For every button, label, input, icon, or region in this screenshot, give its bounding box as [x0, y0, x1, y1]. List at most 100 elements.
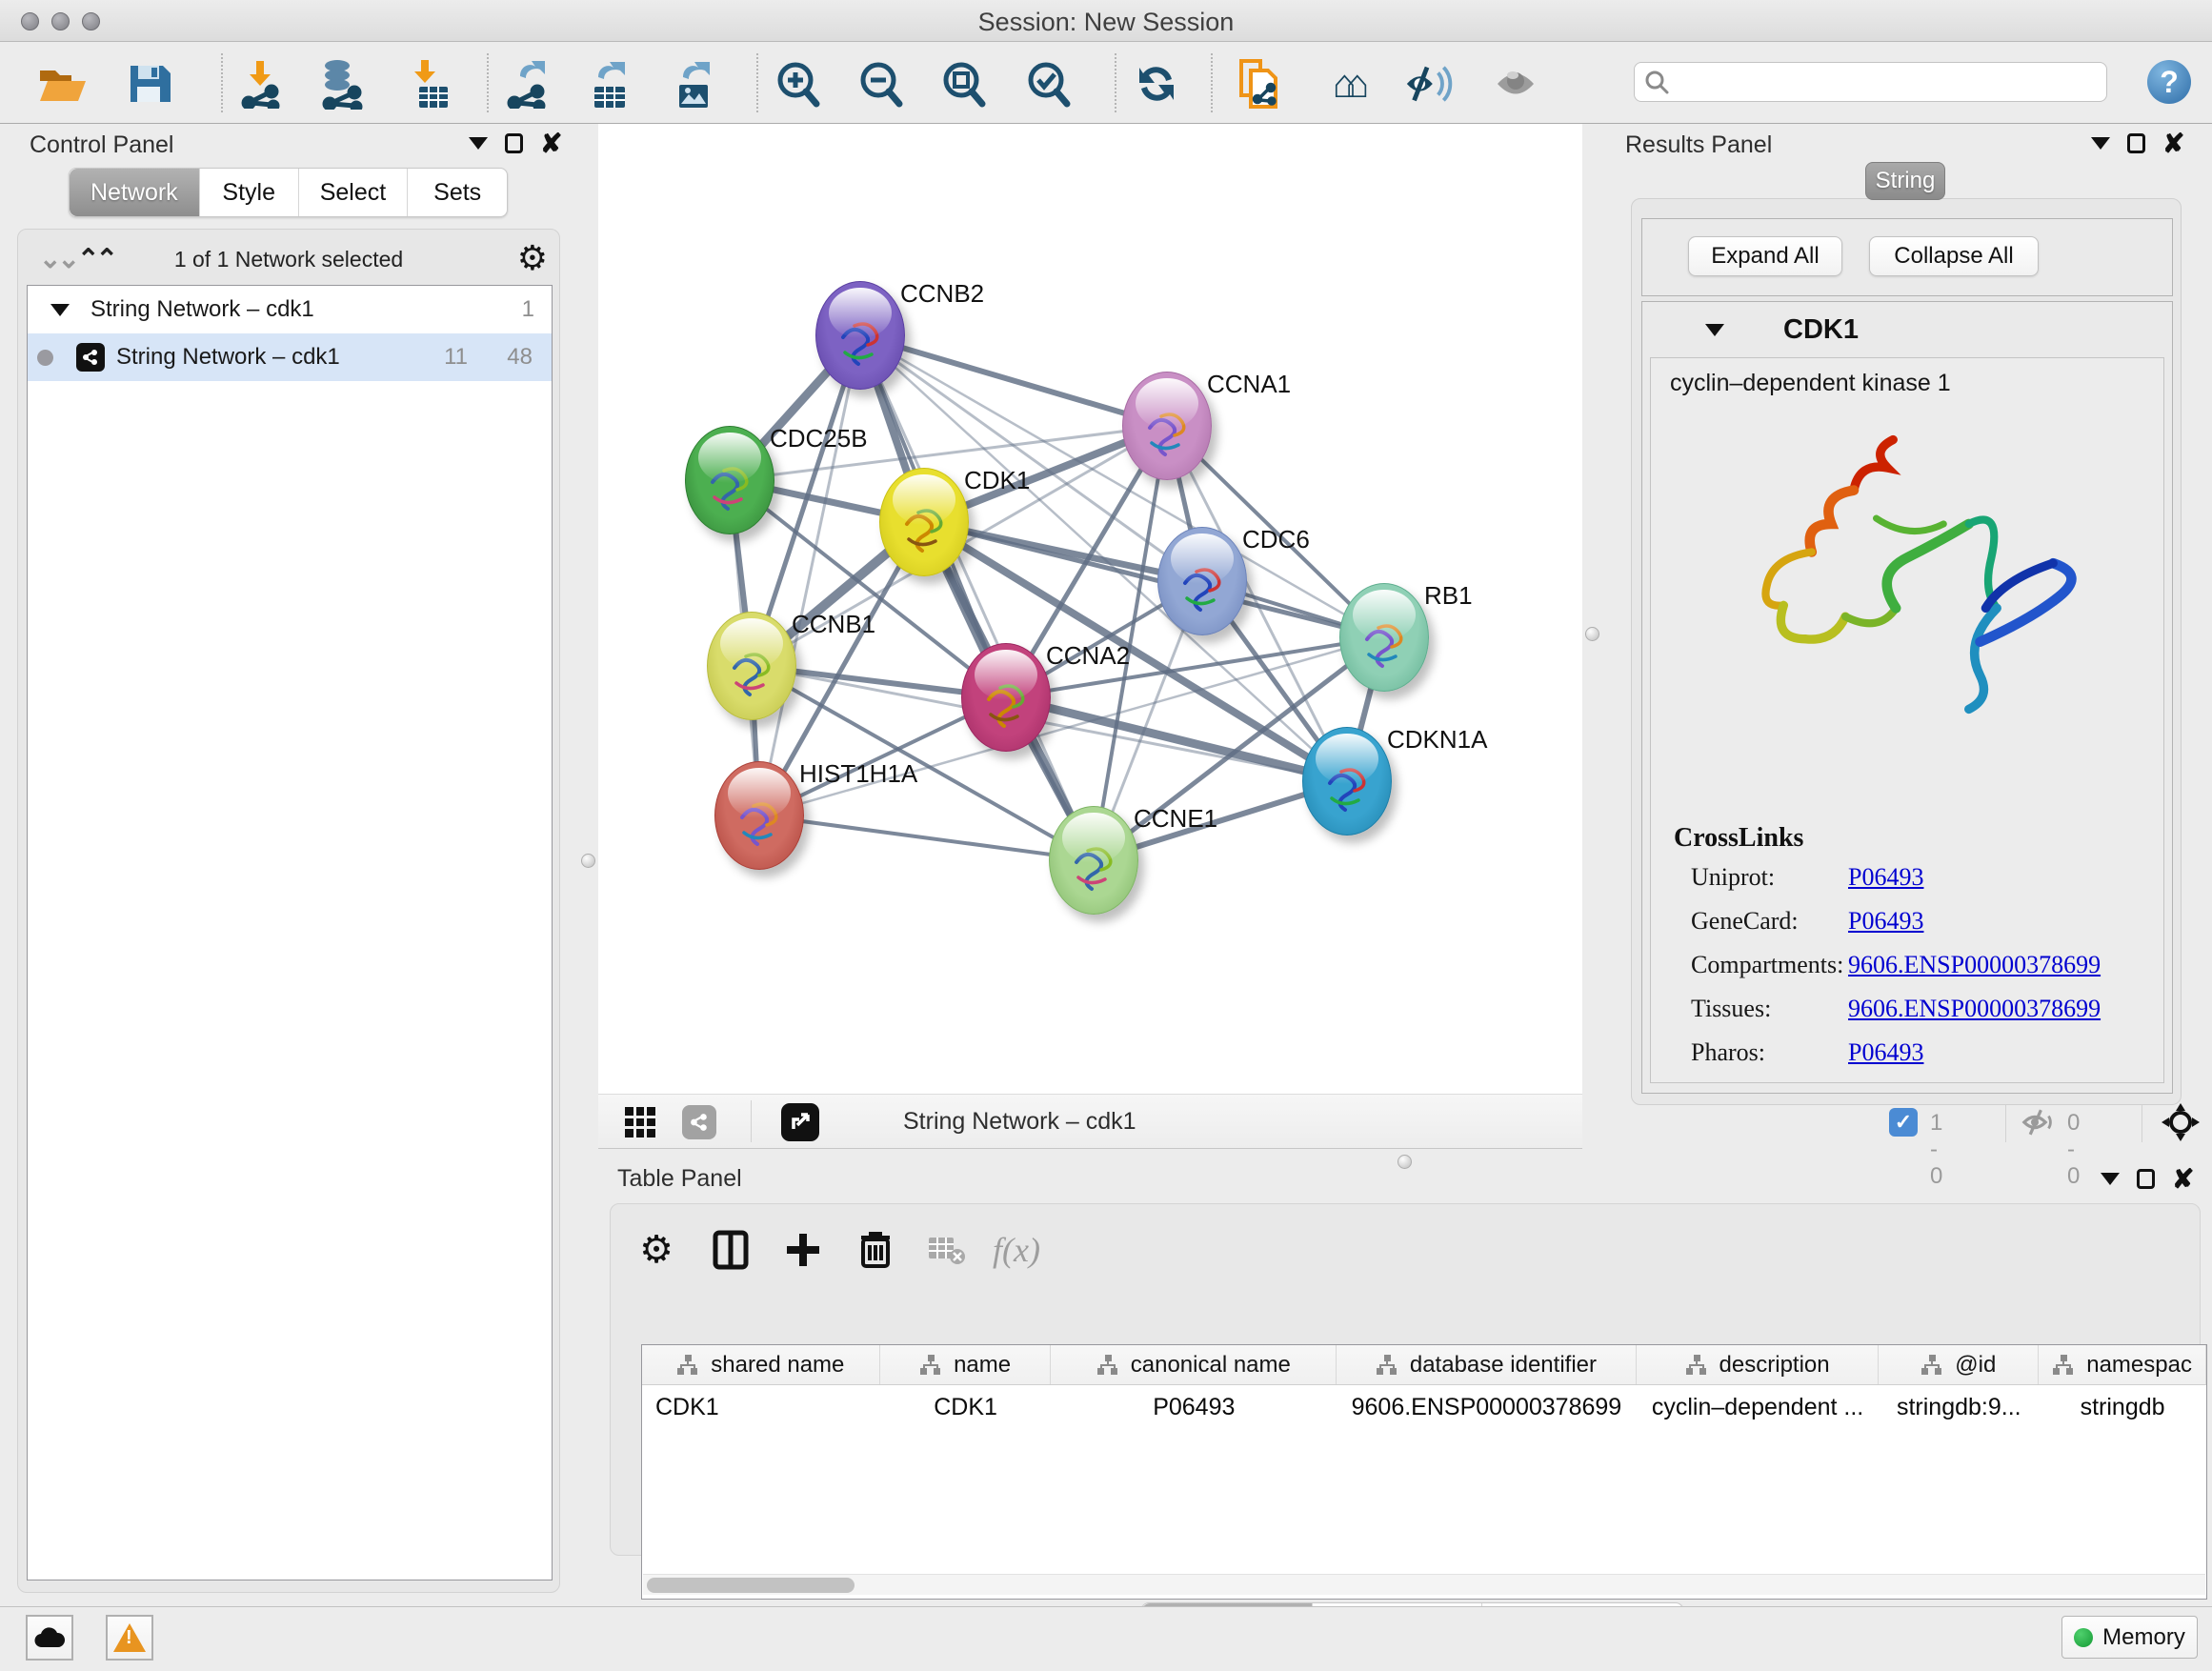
section-collapse-caret-icon[interactable]	[1705, 324, 1724, 336]
help-button[interactable]: ?	[2147, 60, 2191, 104]
expand-all-button[interactable]: Expand All	[1688, 236, 1842, 276]
create-column-button[interactable]	[780, 1227, 826, 1273]
panel-menu-caret-icon[interactable]	[2091, 137, 2110, 150]
export-table-button[interactable]	[584, 59, 633, 109]
node-CDC25B[interactable]	[685, 426, 774, 534]
crosslink-link[interactable]: P06493	[1848, 863, 1923, 892]
crosslink-label: Compartments:	[1691, 951, 1843, 979]
node-HIST1H1A[interactable]	[714, 761, 804, 870]
float-panel-icon[interactable]	[2137, 1169, 2155, 1189]
crosslink-link[interactable]: 9606.ENSP00000378699	[1848, 995, 2101, 1023]
refresh-icon	[1134, 60, 1179, 108]
home-button[interactable]: ⌂⌂	[1320, 59, 1370, 109]
show-columns-button[interactable]	[708, 1227, 754, 1273]
table-options-gear-icon[interactable]: ⚙	[633, 1227, 679, 1273]
memory-button[interactable]: Memory	[2061, 1616, 2198, 1659]
column-header-database-identifier[interactable]: database identifier	[1337, 1345, 1637, 1384]
toolbar-separator	[1115, 53, 1116, 112]
column-header-name[interactable]: name	[880, 1345, 1052, 1384]
open-session-button[interactable]	[38, 59, 88, 109]
search-input[interactable]	[1669, 69, 2079, 95]
network-row-selected[interactable]: String Network – cdk1 11 48	[28, 333, 552, 381]
tab-sets[interactable]: Sets	[408, 169, 507, 216]
panel-menu-caret-icon[interactable]	[469, 137, 488, 150]
delete-table-button-disabled	[923, 1227, 969, 1273]
delete-column-button[interactable]	[853, 1227, 898, 1273]
right-splitter-handle[interactable]	[1585, 627, 1599, 641]
column-header-@id[interactable]: @id	[1879, 1345, 2039, 1384]
column-header-label: @id	[1955, 1352, 1996, 1379]
node-CDK1[interactable]	[879, 468, 969, 576]
collapse-all-button[interactable]: Collapse All	[1869, 236, 2039, 276]
network-canvas[interactable]: CCNB2 CCNA1 CDC25B CDK1 CDC6	[598, 124, 1582, 1094]
export-image-button[interactable]	[669, 59, 718, 109]
export-network-button[interactable]	[502, 59, 552, 109]
node-label-CCNA2: CCNA2	[1046, 641, 1130, 671]
close-panel-icon[interactable]: ✘	[540, 134, 562, 153]
save-session-button[interactable]	[124, 59, 173, 109]
database-import-icon	[316, 58, 366, 110]
network-collection-row[interactable]: String Network – cdk1 1	[28, 286, 552, 333]
float-panel-icon[interactable]	[2127, 133, 2145, 153]
scrollbar-thumb[interactable]	[647, 1578, 855, 1593]
clone-network-button[interactable]	[1235, 59, 1284, 109]
birds-eye-view-button[interactable]	[781, 1103, 819, 1141]
control-panel-tabs: Network Style Select Sets	[69, 168, 508, 217]
column-header-namespac[interactable]: namespac	[2039, 1345, 2206, 1384]
show-panel-button[interactable]	[1491, 59, 1540, 109]
grid-view-icon[interactable]	[625, 1107, 655, 1137]
node-CDC6[interactable]	[1157, 527, 1247, 635]
column-header-canonical-name[interactable]: canonical name	[1051, 1345, 1337, 1384]
node-CCNE1[interactable]	[1049, 806, 1138, 915]
copy-network-icon	[1236, 57, 1283, 111]
column-tree-icon	[676, 1355, 699, 1376]
close-panel-icon[interactable]: ✘	[2162, 134, 2184, 153]
node-CCNB2[interactable]	[815, 281, 905, 390]
close-panel-icon[interactable]: ✘	[2172, 1170, 2194, 1189]
node-CCNA1[interactable]	[1122, 372, 1212, 480]
column-header-shared-name[interactable]: shared name	[642, 1345, 880, 1384]
node-label-CCNB2: CCNB2	[900, 279, 984, 309]
cloud-status-button[interactable]	[26, 1615, 73, 1661]
float-panel-icon[interactable]	[505, 133, 523, 153]
zoom-fit-button[interactable]	[939, 59, 989, 109]
tree-expand-caret-icon[interactable]	[50, 296, 70, 323]
expand-collapse-bar: Expand All Collapse All	[1641, 218, 2173, 296]
tab-network[interactable]: Network	[70, 169, 200, 216]
zoom-out-button[interactable]	[856, 59, 906, 109]
node-CCNB1[interactable]	[707, 612, 796, 720]
table-toolbar: ⚙ f(x) shared name name canonical name d…	[610, 1203, 2201, 1556]
import-network-from-database-button[interactable]	[316, 59, 366, 109]
table-cell: P06493	[1051, 1394, 1337, 1421]
hide-panel-button[interactable]	[1403, 59, 1453, 109]
column-header-description[interactable]: description	[1637, 1345, 1880, 1384]
import-table-from-file-button[interactable]	[404, 59, 453, 109]
zoom-selected-button[interactable]	[1024, 59, 1074, 109]
tab-string[interactable]: String	[1865, 162, 1945, 200]
warnings-button[interactable]	[106, 1615, 153, 1661]
node-RB1[interactable]	[1339, 583, 1429, 692]
tab-style[interactable]: Style	[200, 169, 299, 216]
tab-select[interactable]: Select	[299, 169, 408, 216]
left-splitter-handle[interactable]	[581, 854, 595, 868]
apply-layout-button[interactable]	[1132, 59, 1181, 109]
network-share-icon[interactable]	[682, 1105, 716, 1139]
node-CCNA2[interactable]	[961, 643, 1051, 752]
node-CDKN1A[interactable]	[1302, 727, 1392, 836]
column-header-label: name	[954, 1352, 1011, 1379]
crosslink-link[interactable]: 9606.ENSP00000378699	[1848, 951, 2101, 979]
toolbar-separator	[221, 53, 223, 112]
zoom-in-button[interactable]	[774, 59, 823, 109]
table-row[interactable]: CDK1CDK1P064939606.ENSP00000378699cyclin…	[642, 1385, 2206, 1429]
import-network-from-file-button[interactable]	[236, 59, 286, 109]
status-bar: Memory	[0, 1606, 2212, 1671]
crosslink-link[interactable]: P06493	[1848, 907, 1923, 936]
table-horizontal-scrollbar[interactable]	[643, 1574, 2205, 1595]
crosslink-link[interactable]: P06493	[1848, 1038, 1923, 1067]
panel-menu-caret-icon[interactable]	[2101, 1173, 2120, 1185]
string-results-box: Expand All Collapse All CDK1 cyclin–depe…	[1631, 198, 2182, 1105]
save-icon	[127, 62, 171, 106]
network-options-gear-icon[interactable]: ⚙	[517, 241, 548, 275]
window-title: Session: New Session	[0, 8, 2212, 37]
eye-slash-icon	[1403, 61, 1453, 107]
